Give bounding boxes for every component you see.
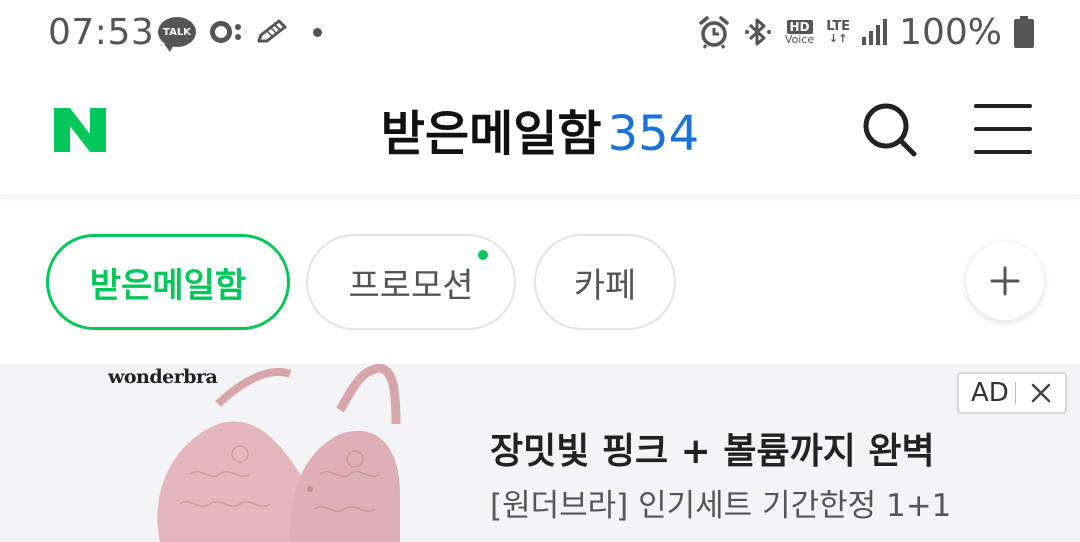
hd-label: HD xyxy=(786,19,813,34)
battery-percent: 100% xyxy=(899,11,1002,53)
close-icon xyxy=(1031,383,1050,403)
notification-icons: TALK xyxy=(158,14,322,52)
system-icons: HD Voice LTE ↓↑ 100% xyxy=(697,11,1034,53)
ad-label: AD xyxy=(971,378,1009,408)
app-header: 받은메일함 354 xyxy=(0,66,1080,194)
ad-title[interactable]: 장밋빛 핑크 + 볼륨까지 완벽 xyxy=(490,422,935,474)
search-icon[interactable] xyxy=(858,98,922,162)
hd-voice-icon: HD Voice xyxy=(784,19,815,46)
plus-icon xyxy=(990,266,1020,296)
tab-label: 프로모션 xyxy=(348,265,474,306)
ad-badge: AD xyxy=(957,372,1067,414)
brand-logo: wonderbra xyxy=(108,366,218,388)
ad-close-button[interactable] xyxy=(1016,382,1065,404)
tab-cafe[interactable]: 카페 xyxy=(534,234,676,330)
new-indicator-dot xyxy=(478,250,488,260)
tab-label: 카페 xyxy=(573,265,637,306)
battery-icon xyxy=(1014,16,1034,48)
status-time: 07:53 xyxy=(48,12,155,53)
signal-icon xyxy=(862,19,888,45)
tab-inbox[interactable]: 받은메일함 xyxy=(46,234,290,330)
tab-label: 받은메일함 xyxy=(89,265,247,306)
lte-icon: LTE ↓↑ xyxy=(826,19,851,45)
folder-tabs: 받은메일함 프로모션 카페 xyxy=(0,194,1080,364)
mailbox-name: 받은메일함 xyxy=(380,106,602,162)
alarm-icon xyxy=(699,16,729,49)
unread-count: 354 xyxy=(607,106,700,162)
more-notifications-dot xyxy=(313,27,322,37)
ad-banner[interactable]: wonderbra AD 장밋빛 핑크 + 볼륨까지 완벽 [원더브라] 인기세… xyxy=(0,364,1080,542)
ad-subtitle[interactable]: [원더브라] 인기세트 기간한정 1+1 xyxy=(490,480,951,525)
hamburger-menu-icon[interactable] xyxy=(974,104,1032,154)
talk-icon-label: TALK xyxy=(163,26,191,38)
tab-promotion[interactable]: 프로모션 xyxy=(306,234,516,330)
pencil-icon xyxy=(257,19,287,43)
add-tab-button[interactable] xyxy=(966,242,1044,320)
bluetooth-icon xyxy=(744,18,771,46)
status-bar: 07:53 TALK HD Voice LTE ↓↑ 100% xyxy=(0,0,1080,66)
talk-icon: TALK xyxy=(158,17,196,52)
oo-icon xyxy=(210,21,241,43)
product-image[interactable] xyxy=(100,364,440,542)
voice-label: Voice xyxy=(784,32,815,46)
